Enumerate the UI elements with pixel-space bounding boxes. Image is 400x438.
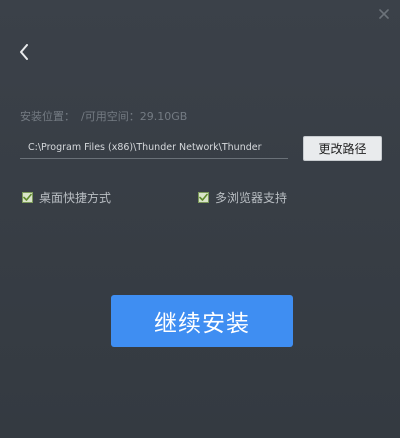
desktop-shortcut-checkbox[interactable] xyxy=(22,192,33,203)
change-path-button[interactable]: 更改路径 xyxy=(303,136,382,161)
checkmark-icon xyxy=(199,193,208,201)
installer-window: 安装位置： /可用空间：29.10GB 更改路径 桌面快捷方式 多浏览器支持 继续… xyxy=(0,0,400,438)
continue-install-button[interactable]: 继续安装 xyxy=(111,295,293,347)
close-icon xyxy=(379,9,389,19)
back-button[interactable] xyxy=(16,42,32,62)
free-space-value: 29.10GB xyxy=(139,110,188,123)
multi-browser-checkbox[interactable] xyxy=(198,192,209,203)
checkmark-icon xyxy=(23,193,32,201)
chevron-left-icon xyxy=(20,44,28,60)
desktop-shortcut-option[interactable]: 桌面快捷方式 xyxy=(22,189,111,206)
install-location-label: 安装位置： xyxy=(20,110,75,123)
install-path-input[interactable] xyxy=(20,137,288,159)
desktop-shortcut-label: 桌面快捷方式 xyxy=(39,191,112,205)
close-button[interactable] xyxy=(376,6,392,22)
multi-browser-option[interactable]: 多浏览器支持 xyxy=(198,189,287,206)
free-space-label: /可用空间： xyxy=(81,110,140,123)
multi-browser-label: 多浏览器支持 xyxy=(215,191,288,205)
install-location-info: 安装位置： /可用空间：29.10GB xyxy=(20,108,187,124)
